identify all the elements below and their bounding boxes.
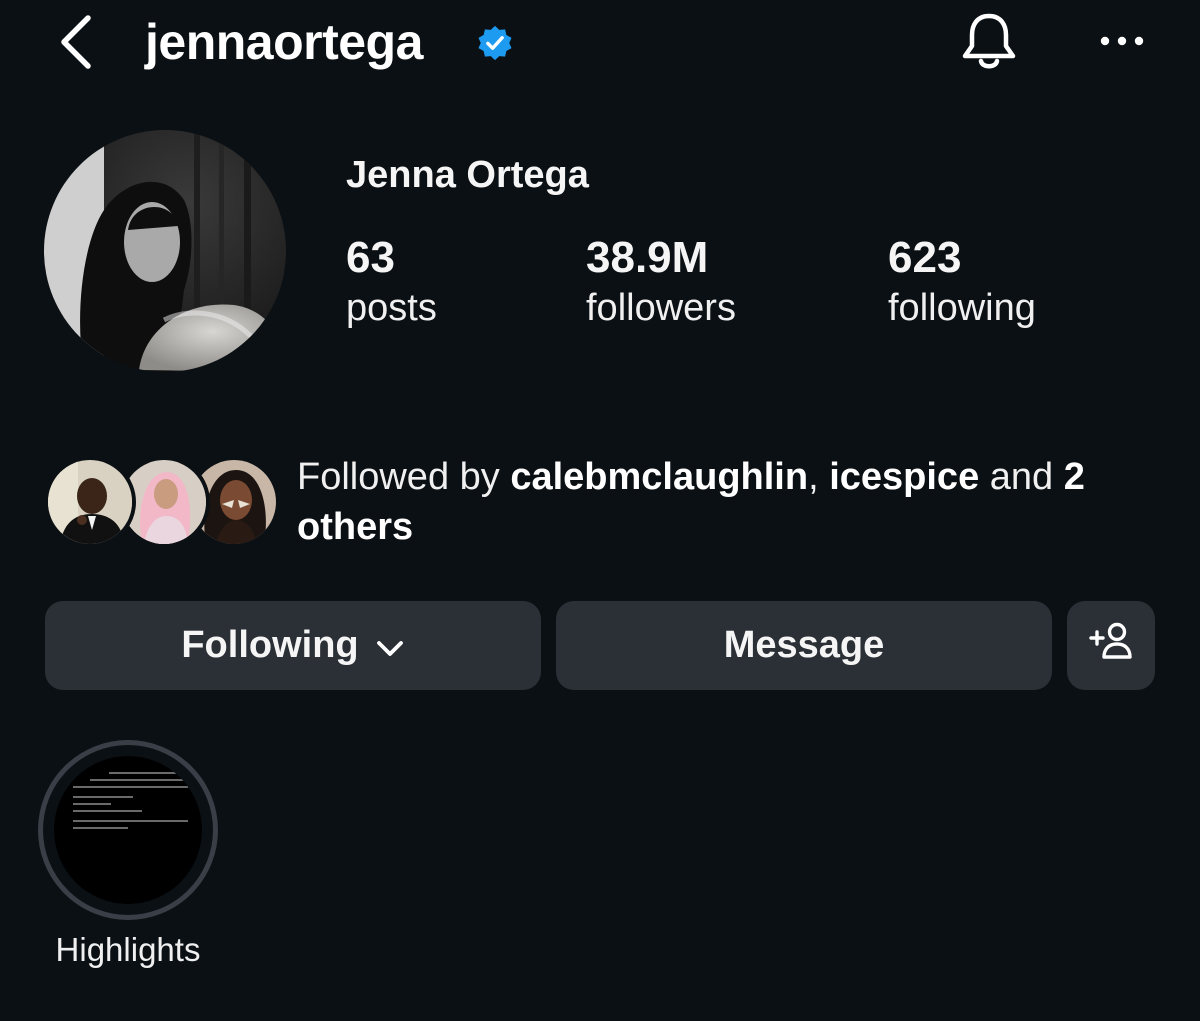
message-button[interactable]: Message: [556, 601, 1052, 690]
mutual-username-link[interactable]: calebmclaughlin: [510, 456, 808, 498]
profile-screen: jennaortega Jenna Ortega 63 posts 38.9M …: [0, 0, 1200, 1021]
followed-by-prefix: Followed by: [297, 456, 500, 498]
stat-following-label: following: [888, 287, 1036, 329]
add-person-icon: [1089, 621, 1133, 671]
mutual-username-link[interactable]: icespice: [829, 456, 979, 498]
highlight-cover-text-lines: [68, 772, 188, 834]
message-button-label: Message: [723, 624, 885, 666]
highlight-cover: [54, 756, 202, 904]
followed-by-separator: ,: [808, 456, 819, 498]
chevron-down-icon: [375, 626, 405, 669]
verified-badge-icon: [476, 24, 514, 62]
bell-icon[interactable]: [956, 8, 1022, 76]
followed-by-text[interactable]: Followed by calebmclaughlin, icespice an…: [297, 452, 1167, 552]
more-dots-icon[interactable]: [1096, 26, 1148, 56]
profile-avatar[interactable]: [44, 130, 286, 372]
stat-followers-value: 38.9M: [586, 233, 709, 282]
stat-posts-value: 63: [346, 233, 395, 282]
suggested-accounts-button[interactable]: [1067, 601, 1155, 690]
stat-posts-label: posts: [346, 287, 437, 329]
mutual-avatar: [44, 456, 136, 548]
display-name: Jenna Ortega: [346, 154, 589, 196]
highlight-label: Highlights: [55, 931, 201, 968]
story-highlight[interactable]: Highlights: [38, 740, 218, 968]
stat-posts[interactable]: 63 posts: [346, 232, 437, 332]
highlight-ring: [38, 740, 218, 920]
stat-following[interactable]: 623 following: [888, 232, 1036, 332]
followed-by-and: and: [989, 456, 1054, 498]
profile-username: jennaortega: [145, 14, 423, 70]
following-button-label: Following: [181, 624, 359, 666]
stat-followers[interactable]: 38.9M followers: [586, 232, 736, 332]
mutual-followers-avatars[interactable]: [44, 456, 280, 548]
stat-following-value: 623: [888, 233, 962, 282]
stat-followers-label: followers: [586, 287, 736, 329]
top-bar: jennaortega: [0, 0, 1200, 90]
following-dropdown-button[interactable]: Following: [45, 601, 541, 690]
back-arrow-icon[interactable]: [54, 12, 104, 72]
